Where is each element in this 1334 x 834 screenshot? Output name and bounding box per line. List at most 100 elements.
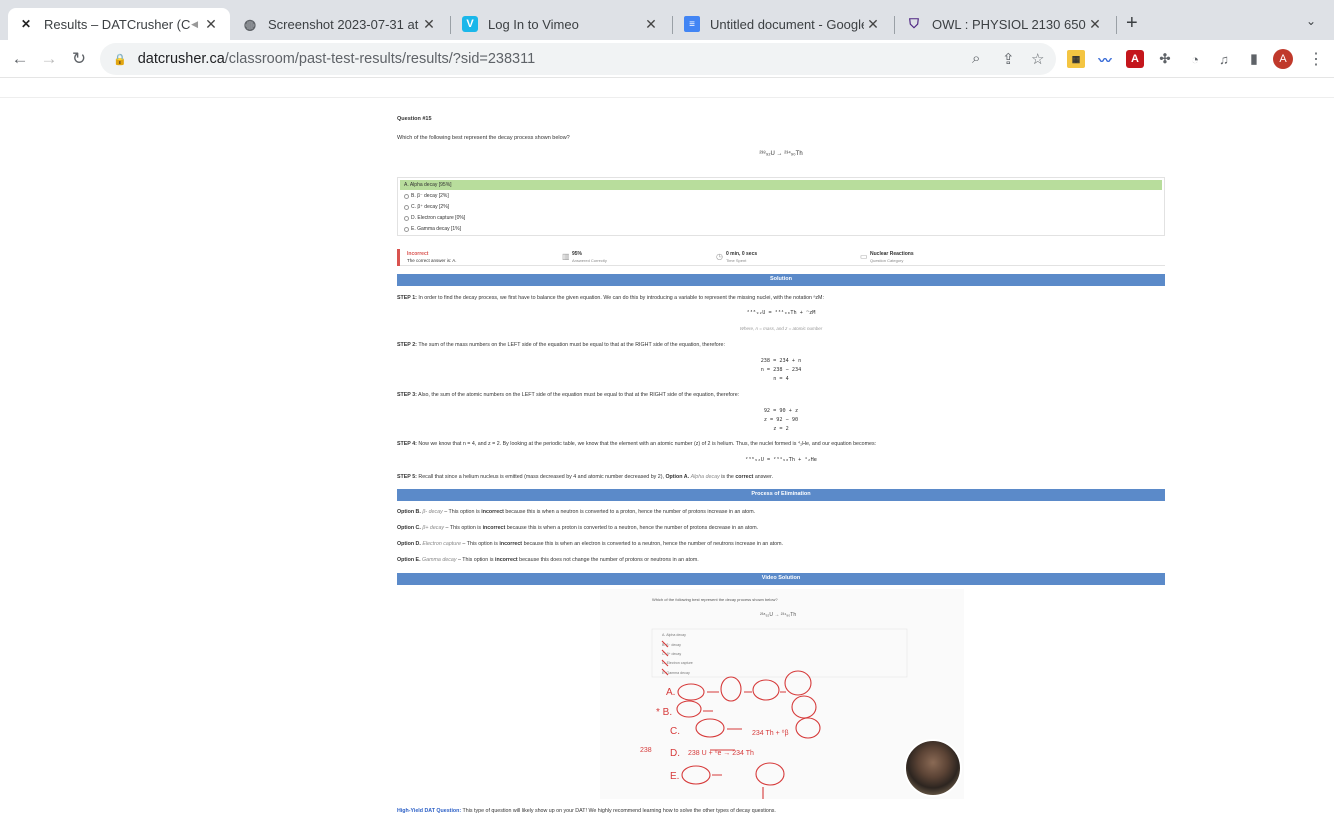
instructor-webcam: [904, 739, 962, 797]
bookmark-star-icon[interactable]: ☆: [1031, 50, 1044, 68]
radio-button[interactable]: [404, 204, 409, 210]
mute-icon[interactable]: ◀︎: [191, 19, 198, 30]
radio-button[interactable]: [404, 193, 409, 199]
percent-stat: ▥ 95% Answered Correctly: [562, 251, 607, 263]
equation-3-line: z = 2: [773, 426, 789, 432]
video-solution-player[interactable]: Which of the following best represent th…: [600, 589, 964, 799]
equation-1-note: Where, n = mass, and z = atomic number: [739, 326, 823, 331]
clock-icon: ◷: [716, 252, 723, 261]
folder-icon: ▭: [860, 252, 868, 261]
video-solution-banner: Video Solution: [397, 573, 1165, 585]
tab-separator: [672, 16, 673, 34]
close-tab-icon[interactable]: ✕: [864, 16, 882, 33]
menu-kebab-icon[interactable]: ⋮: [1308, 49, 1324, 69]
elimination-d: Option D. Electron capture – This option…: [397, 541, 783, 547]
tab-title: Results – DATCrusher (Can: [44, 16, 192, 32]
zoom-icon[interactable]: ⌕: [972, 50, 980, 67]
handwritten-labels: A. * B. C. D. E. 238 234 Th + ⁰β 238 U +…: [640, 687, 788, 782]
profile-avatar[interactable]: A: [1273, 49, 1293, 69]
svg-text:E.: E.: [670, 771, 679, 782]
answer-options: A. Alpha decay [95%] B. β⁻ decay [2%] C.…: [397, 177, 1165, 236]
svg-text:238 U + ⁰e → 234 Th: 238 U + ⁰e → 234 Th: [688, 749, 754, 757]
video-question-text: Which of the following best represent th…: [652, 597, 778, 602]
browser-toolbar: ← → ↻ 🔒 datcrusher.ca/classroom/past-tes…: [0, 40, 1334, 78]
svg-text:234 Th + ⁰β: 234 Th + ⁰β: [752, 729, 788, 737]
close-tab-icon[interactable]: ✕: [420, 16, 438, 33]
tab-title: Untitled document - Google Do: [710, 16, 864, 32]
radio-button[interactable]: [404, 226, 409, 232]
elimination-b: Option B. β- decay – This option is inco…: [397, 509, 756, 515]
high-yield-note: High-Yield DAT Question: This type of qu…: [397, 808, 776, 814]
page-header-strip: [0, 78, 1334, 98]
puzzle-extensions-icon[interactable]: ✣: [1156, 50, 1174, 68]
google-docs-icon: ≡: [684, 16, 700, 32]
equation-2-line: n = 238 − 234: [760, 367, 802, 373]
equation-2-line: 238 = 234 + n: [760, 358, 802, 364]
tab-screenshot[interactable]: ◍ Screenshot 2023-07-31 at 5.0 ✕: [232, 8, 448, 40]
tab-strip: ✕ Results – DATCrusher (Can ◀︎ ✕ ◍ Scree…: [0, 0, 1334, 40]
equation-3-line: z = 92 − 90: [763, 417, 799, 423]
tab-vimeo[interactable]: V Log In to Vimeo ✕: [452, 8, 670, 40]
tab-separator: [450, 16, 451, 34]
option-b[interactable]: B. β⁻ decay [2%]: [400, 191, 1162, 201]
wave-extension-icon[interactable]: 〰: [1096, 50, 1114, 68]
option-e[interactable]: E. Gamma decay [1%]: [400, 224, 1162, 234]
close-tab-icon[interactable]: ✕: [202, 16, 220, 33]
share-icon[interactable]: ⇪: [1002, 50, 1015, 68]
tab-separator: [1116, 16, 1117, 34]
close-tab-icon[interactable]: ✕: [1086, 16, 1104, 33]
tab-search-chevron-icon[interactable]: ⌄: [1306, 14, 1316, 28]
elimination-e: Option E. Gamma decay – This option is i…: [397, 557, 699, 563]
tab-title: Screenshot 2023-07-31 at 5.0: [268, 16, 420, 32]
datcrusher-favicon-icon: ✕: [20, 17, 32, 31]
globe-icon: ◍: [243, 15, 257, 32]
option-c[interactable]: C. β⁺ decay [2%]: [400, 202, 1162, 212]
step-5: STEP 5: Recall that since a helium nucle…: [397, 474, 774, 480]
svg-text:A.: A.: [666, 687, 675, 698]
svg-text:D.: D.: [670, 748, 680, 759]
owl-shield-icon: ⛉: [909, 16, 919, 31]
tab-separator: [894, 16, 895, 34]
question-text: Which of the following best represent th…: [397, 135, 570, 141]
svg-text:C.: C.: [670, 726, 680, 737]
option-d[interactable]: D. Electron capture [0%]: [400, 213, 1162, 223]
forward-arrow-icon[interactable]: →: [38, 48, 60, 70]
tab-datcrusher[interactable]: ✕ Results – DATCrusher (Can ◀︎ ✕: [8, 8, 230, 40]
svg-text:238: 238: [640, 747, 652, 754]
equation-2-line: n = 4: [773, 376, 789, 382]
back-arrow-icon[interactable]: ←: [9, 48, 31, 70]
step-2: STEP 2: The sum of the mass numbers on t…: [397, 342, 725, 348]
tab-title: OWL : PHYSIOL 2130 650 SU2: [932, 16, 1086, 32]
tab-owl[interactable]: ⛉ OWL : PHYSIOL 2130 650 SU2 ✕: [896, 8, 1114, 40]
vimeo-icon: V: [462, 16, 478, 32]
address-bar[interactable]: 🔒 datcrusher.ca/classroom/past-test-resu…: [100, 43, 1056, 75]
question-number: Question #15: [397, 116, 432, 122]
radio-button[interactable]: [404, 215, 409, 221]
equation-3-line: 92 = 90 + z: [763, 408, 799, 414]
video-option-a: A. Alpha decay: [662, 633, 686, 637]
close-tab-icon[interactable]: ✕: [642, 16, 660, 33]
reload-icon[interactable]: ↻: [68, 48, 90, 70]
equation-1: ²³⁸₉₂U = ²³⁴₉₀Th + ⁿzM: [746, 310, 816, 316]
tab-google-doc[interactable]: ≡ Untitled document - Google Do ✕: [674, 8, 892, 40]
lock-icon: 🔒: [113, 53, 127, 66]
category-stat: ▭ Nuclear Reactions Question Category: [860, 251, 914, 263]
speed-extension-icon[interactable]: ◔: [1186, 50, 1204, 68]
new-tab-button[interactable]: +: [1126, 12, 1138, 35]
video-options-box: [651, 628, 908, 678]
side-panel-icon[interactable]: ▮: [1245, 50, 1263, 68]
option-a[interactable]: A. Alpha decay [95%]: [400, 180, 1162, 190]
equation-4: ²³⁸₉₂U = ²³⁴₉₀Th + ⁴₂He: [745, 457, 817, 463]
elimination-banner: Process of Elimination: [397, 489, 1165, 501]
calculator-extension-icon[interactable]: ▦: [1067, 50, 1085, 68]
step-3: STEP 3: Also, the sum of the atomic numb…: [397, 392, 740, 398]
time-stat: ◷ 0 min, 0 secs Time Spent: [716, 251, 758, 263]
svg-text:* B.: * B.: [656, 707, 672, 718]
media-controls-icon[interactable]: ♫: [1215, 50, 1233, 68]
solution-banner: Solution: [397, 274, 1165, 286]
step-1: STEP 1: In order to find the decay proce…: [397, 295, 824, 301]
step-4: STEP 4: Now we know that n = 4, and z = …: [397, 441, 877, 447]
url-text: datcrusher.ca/classroom/past-test-result…: [137, 51, 536, 67]
acrobat-extension-icon[interactable]: A: [1126, 50, 1144, 68]
video-equation: ²³⁸₉₂U → ²³⁴₉₀Th: [760, 612, 796, 618]
